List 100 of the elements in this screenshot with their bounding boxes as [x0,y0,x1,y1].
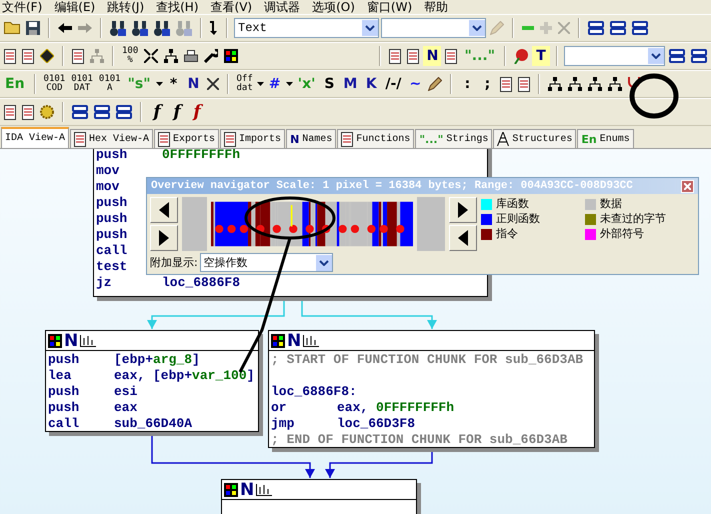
toolbar-button[interactable]: M [340,74,360,94]
toolbar-button[interactable] [142,47,160,65]
toolbar-button[interactable] [498,74,514,94]
binoculars-icon [110,20,126,36]
menu-item[interactable]: 调试器 [262,1,310,14]
toolbar-button[interactable] [443,46,460,66]
binoculars-icon [176,20,192,36]
toolbar-button[interactable] [108,18,128,38]
toolbar-button[interactable] [56,21,74,35]
tab[interactable]: N Names [286,129,336,148]
menu-item[interactable]: 查看(V) [208,1,262,14]
tab[interactable]: Exports [154,129,220,148]
color-grid-icon [224,49,238,63]
toolbar-button[interactable] [222,47,240,65]
toolbar-button[interactable] [202,47,220,65]
toolbar-button[interactable]: N [423,46,442,66]
toolbar-button[interactable]: 0101 COD [42,75,68,93]
dropdown-field[interactable] [381,18,486,38]
flag-icon [514,48,528,64]
code-label: loc_6886F8: [271,384,357,400]
toolbar-button[interactable] [387,46,404,66]
toolbar-button[interactable]: * [164,74,183,94]
code-mnemonic: push [96,227,128,243]
toolbar-button[interactable] [70,103,90,121]
toolbar-button[interactable] [606,75,624,93]
menu-item[interactable]: 帮助 [422,1,458,14]
code-mnemonic: call [48,416,80,432]
tab-glyph: N [290,132,300,146]
tab[interactable]: Hex View-A [70,129,154,148]
overview-bar-margin [182,197,207,251]
toolbar-button[interactable] [114,103,134,121]
toolbar-button[interactable] [208,19,220,37]
toolbar-button[interactable] [2,102,18,122]
tab[interactable]: Structures [493,129,576,148]
toolbar-button[interactable]: f [148,102,166,122]
menu-item[interactable]: 编辑(E) [52,1,106,14]
toolbar-button[interactable]: ; [478,74,496,94]
window-title: Overview navigator Scale: 1 pixel = 16384 bytes; Range: 004A93CC-008D93CC [151,180,633,192]
toolbar-button[interactable] [24,19,42,37]
windows-icon [72,105,88,119]
toolbar-button[interactable] [586,19,606,37]
document-icon [389,48,402,64]
menu-item[interactable]: 选项(O) [310,1,365,14]
menu-item[interactable]: 文件(F) [0,1,52,14]
toolbar-button[interactable] [20,46,36,66]
toolbar-button[interactable]: N [184,74,203,94]
toolbar-button[interactable] [608,19,628,37]
toolbar-button[interactable] [566,75,584,93]
toolbar-button[interactable] [152,18,172,38]
toolbar-button[interactable] [70,46,86,66]
toolbar-button[interactable] [689,47,709,65]
toolbar-button[interactable]: Off dat [234,75,255,93]
toolbar-button[interactable]: S [320,74,338,94]
toolbar-button[interactable] [516,74,532,94]
scroll-right-button[interactable] [449,197,477,223]
tab[interactable]: IDA View-A [1,127,70,148]
toolbar-button[interactable] [630,19,650,37]
tab[interactable]: En Enums [577,129,634,148]
menu-item[interactable]: 跳转(J) [105,1,154,14]
code-operand: loc_66D3F8 [337,416,416,432]
dropdown-field[interactable] [564,46,665,66]
menu-item[interactable]: 窗口(W) [364,1,422,14]
scroll-left-button[interactable] [449,225,477,251]
toolbar-button[interactable] [20,102,36,122]
toolbar-button[interactable]: 0101 DAT [69,75,95,93]
toolbar-button[interactable] [204,76,221,92]
menu-item[interactable]: 查找(H) [154,1,209,14]
tab[interactable]: "..." Strings [415,129,492,148]
scroll-left-button[interactable] [150,197,178,223]
toolbar-button[interactable] [2,46,18,66]
toolbar-button[interactable]: : [458,74,476,94]
bar-chart-icon [80,334,96,346]
toolbar-button[interactable]: 100 % [120,47,140,65]
toolbar-button[interactable] [38,47,56,65]
toolbar-button[interactable]: K [362,74,380,94]
scroll-right-button[interactable] [150,225,178,251]
toolbar-button[interactable]: f [188,102,206,122]
dropdown-field[interactable]: Text [234,18,379,38]
toolbar-button[interactable] [162,47,180,65]
toolbar-button[interactable] [130,18,150,38]
toolbar-button[interactable]: ~ [406,74,424,94]
toolbar-button[interactable] [182,48,200,64]
legend-label: 指令 [496,227,518,241]
toolbar-button[interactable] [426,75,444,93]
toolbar-button[interactable]: /-/ [382,74,404,94]
tab[interactable]: Imports [220,129,286,148]
toolbar-button[interactable]: f [168,102,186,122]
toolbar-button[interactable]: 0101 A [96,75,123,93]
toolbar-button[interactable] [586,75,604,93]
toolbar-button[interactable] [92,103,112,121]
code-mnemonic: jz [96,275,112,291]
toolbar-button[interactable] [546,75,564,93]
toolbar-button[interactable]: # [266,74,284,94]
close-button[interactable] [681,180,694,192]
toolbar-button[interactable] [667,47,687,65]
toolbar-button[interactable]: T [532,46,550,66]
toolbar-button[interactable] [405,46,422,66]
dropdown-field[interactable]: 空操作数 [200,253,333,272]
code-operand: loc_6886F8 [162,275,240,291]
tab[interactable]: Functions [337,129,414,148]
